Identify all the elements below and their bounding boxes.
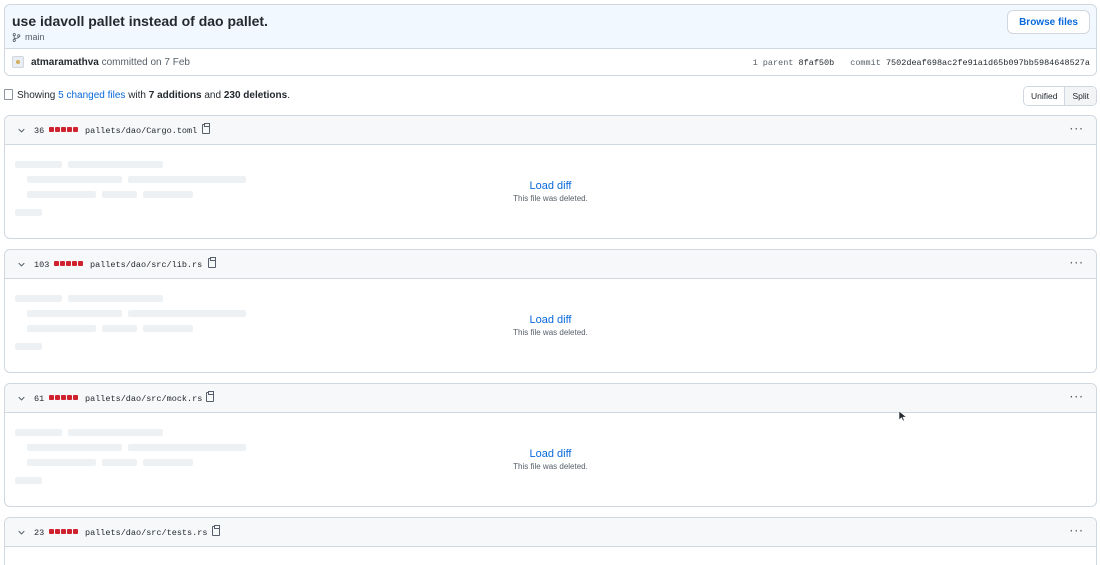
file-header: 36 pallets/dao/Cargo.toml ··· bbox=[5, 116, 1096, 145]
file-diff: 36 pallets/dao/Cargo.toml ··· Load diff … bbox=[4, 115, 1097, 239]
file-body: Load diff This file was deleted. bbox=[5, 279, 1096, 372]
chevron-down-icon[interactable] bbox=[18, 529, 25, 536]
deletion-bar bbox=[54, 261, 83, 266]
change-count: 61 bbox=[34, 394, 45, 404]
file-path[interactable]: pallets/dao/src/mock.rs bbox=[85, 394, 202, 404]
deleted-note: This file was deleted. bbox=[513, 194, 588, 203]
chevron-down-icon[interactable] bbox=[18, 395, 25, 402]
deletion-bar bbox=[49, 529, 78, 534]
unified-view-button[interactable]: Unified bbox=[1023, 87, 1065, 105]
diff-summary: Showing 5 changed files with 7 additions… bbox=[4, 86, 1097, 106]
parent-label: 1 parent bbox=[752, 58, 794, 68]
branch-name: main bbox=[25, 32, 45, 42]
deletion-bar bbox=[49, 127, 78, 132]
chevron-down-icon[interactable] bbox=[18, 261, 25, 268]
file-path[interactable]: pallets/dao/Cargo.toml bbox=[85, 126, 197, 136]
deleted-note: This file was deleted. bbox=[513, 328, 588, 337]
deletion-bar bbox=[49, 395, 78, 400]
file-header: 23 pallets/dao/src/tests.rs ··· bbox=[5, 518, 1096, 547]
file-body: Load diff This file was deleted. bbox=[5, 413, 1096, 506]
author-link[interactable]: atmaramathva bbox=[31, 57, 99, 68]
commit-header: use idavoll pallet instead of dao pallet… bbox=[4, 4, 1097, 76]
file-diff: 103 pallets/dao/src/lib.rs ··· Load diff… bbox=[4, 249, 1097, 373]
showing-label: Showing bbox=[17, 90, 56, 101]
load-diff-link[interactable]: Load diff bbox=[5, 180, 1096, 192]
file-path[interactable]: pallets/dao/src/lib.rs bbox=[90, 260, 202, 270]
change-count: 103 bbox=[34, 260, 50, 270]
and-label: and bbox=[204, 90, 222, 101]
commit-meta: atmaramathva committed on 7 Feb 1 parent… bbox=[5, 49, 1096, 75]
commit-label: commit bbox=[850, 58, 881, 68]
split-view-button[interactable]: Split bbox=[1064, 87, 1096, 105]
commit-sha: 7502deaf698ac2fe91a1d65b097bb5984648527a bbox=[885, 58, 1090, 68]
period: . bbox=[287, 90, 290, 101]
kebab-horizontal-icon[interactable]: ··· bbox=[1070, 524, 1084, 538]
committed-date: committed on 7 Feb bbox=[101, 57, 190, 68]
file-header: 61 pallets/dao/src/mock.rs ··· bbox=[5, 384, 1096, 413]
file-diff-icon[interactable] bbox=[4, 89, 13, 100]
changed-files-link[interactable]: 5 changed files bbox=[58, 90, 125, 101]
deletions-count: 230 deletions bbox=[223, 90, 288, 101]
clipboard-icon[interactable] bbox=[208, 257, 216, 268]
kebab-horizontal-icon[interactable]: ··· bbox=[1070, 256, 1084, 270]
diff-view-toggle: Unified Split bbox=[1022, 86, 1097, 106]
kebab-horizontal-icon[interactable]: ··· bbox=[1070, 122, 1084, 136]
git-branch-icon bbox=[12, 32, 21, 42]
load-diff-link[interactable]: Load diff bbox=[5, 448, 1096, 460]
file-path[interactable]: pallets/dao/src/tests.rs bbox=[85, 528, 207, 538]
change-count: 23 bbox=[34, 528, 45, 538]
parent-sha-link[interactable]: 8faf50b bbox=[799, 58, 835, 68]
commit-title: use idavoll pallet instead of dao pallet… bbox=[12, 13, 268, 29]
file-diff: 61 pallets/dao/src/mock.rs ··· Load diff… bbox=[4, 383, 1097, 507]
branch-indicator[interactable]: main bbox=[12, 32, 45, 42]
additions-count: 7 additions bbox=[148, 90, 202, 101]
load-diff-link[interactable]: Load diff bbox=[5, 314, 1096, 326]
deleted-note: This file was deleted. bbox=[513, 462, 588, 471]
with-label: with bbox=[128, 90, 146, 101]
author-line: atmaramathva committed on 7 Feb bbox=[31, 57, 190, 68]
sha-area: 1 parent 8faf50b commit 7502deaf698ac2fe… bbox=[753, 58, 1090, 68]
clipboard-icon[interactable] bbox=[212, 525, 220, 536]
chevron-down-icon[interactable] bbox=[18, 127, 25, 134]
file-body: Load diff This file was deleted. bbox=[5, 145, 1096, 238]
mouse-cursor-icon bbox=[898, 410, 908, 422]
commit-title-bar: use idavoll pallet instead of dao pallet… bbox=[5, 5, 1096, 49]
commit-info: commit 7502deaf698ac2fe91a1d65b097bb5984… bbox=[850, 58, 1090, 68]
file-header: 103 pallets/dao/src/lib.rs ··· bbox=[5, 250, 1096, 279]
browse-files-button[interactable]: Browse files bbox=[1007, 10, 1090, 34]
avatar[interactable] bbox=[12, 56, 24, 68]
kebab-horizontal-icon[interactable]: ··· bbox=[1070, 390, 1084, 404]
file-diff: 23 pallets/dao/src/tests.rs ··· bbox=[4, 517, 1097, 565]
parent-info: 1 parent 8faf50b bbox=[753, 58, 835, 68]
clipboard-icon[interactable] bbox=[206, 391, 214, 402]
clipboard-icon[interactable] bbox=[202, 123, 210, 134]
diff-summary-text: Showing 5 changed files with 7 additions… bbox=[17, 90, 290, 101]
change-count: 36 bbox=[34, 126, 45, 136]
